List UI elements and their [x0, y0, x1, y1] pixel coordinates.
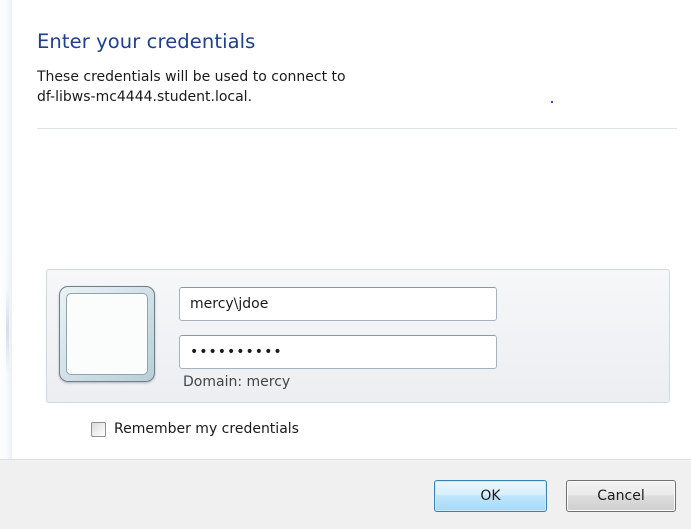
description-line-1: These credentials will be used to connec…: [37, 69, 346, 85]
user-tile-frame: [66, 293, 148, 375]
credential-dialog: Enter your credentials These credentials…: [0, 0, 691, 529]
window-edge: [0, 0, 12, 529]
dialog-heading: Enter your credentials: [37, 30, 256, 53]
dialog-description: These credentials will be used to connec…: [37, 67, 597, 107]
domain-label: Domain: mercy: [183, 374, 291, 390]
password-field[interactable]: [179, 335, 497, 369]
stray-dot: [551, 101, 553, 103]
ok-button[interactable]: OK: [434, 480, 547, 512]
header-divider: [37, 128, 677, 129]
remember-label: Remember my credentials: [114, 421, 299, 437]
username-field[interactable]: [179, 287, 497, 321]
user-tile-icon[interactable]: [59, 286, 155, 382]
remember-checkbox[interactable]: [91, 421, 106, 437]
cancel-button[interactable]: Cancel: [566, 480, 676, 512]
description-line-2: df-libws-mc4444.student.local.: [37, 89, 253, 105]
remember-credentials-option[interactable]: Remember my credentials: [91, 421, 299, 437]
